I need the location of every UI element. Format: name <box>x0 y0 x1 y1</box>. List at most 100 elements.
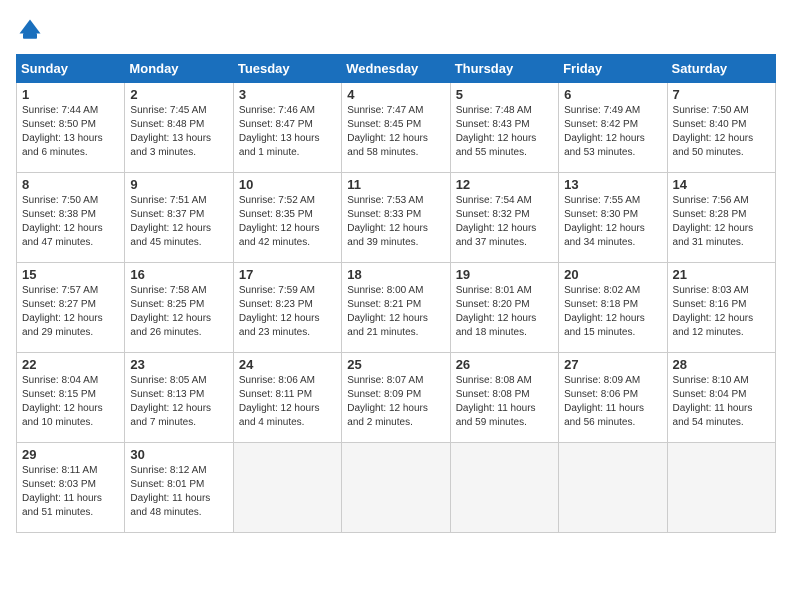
day-info: Sunrise: 8:12 AM Sunset: 8:01 PM Dayligh… <box>130 464 227 520</box>
day-info: Sunrise: 7:45 AM Sunset: 8:48 PM Dayligh… <box>130 104 227 160</box>
week-row-5: 29 Sunrise: 8:11 AM Sunset: 8:03 PM Dayli… <box>17 443 776 533</box>
day-cell: 4 Sunrise: 7:47 AM Sunset: 8:45 PM Daylig… <box>342 83 450 173</box>
day-number: 23 <box>130 357 227 372</box>
day-number: 21 <box>673 267 770 282</box>
day-cell <box>667 443 775 533</box>
day-info: Sunrise: 7:49 AM Sunset: 8:42 PM Dayligh… <box>564 104 661 160</box>
day-number: 22 <box>22 357 119 372</box>
day-number: 7 <box>673 87 770 102</box>
day-info: Sunrise: 7:55 AM Sunset: 8:30 PM Dayligh… <box>564 194 661 250</box>
day-number: 6 <box>564 87 661 102</box>
day-cell: 23 Sunrise: 8:05 AM Sunset: 8:13 PM Dayli… <box>125 353 233 443</box>
day-cell: 22 Sunrise: 8:04 AM Sunset: 8:15 PM Dayli… <box>17 353 125 443</box>
day-number: 1 <box>22 87 119 102</box>
day-cell: 16 Sunrise: 7:58 AM Sunset: 8:25 PM Dayli… <box>125 263 233 353</box>
day-number: 13 <box>564 177 661 192</box>
header-wednesday: Wednesday <box>342 55 450 83</box>
day-number: 5 <box>456 87 553 102</box>
day-info: Sunrise: 7:50 AM Sunset: 8:38 PM Dayligh… <box>22 194 119 250</box>
page-header <box>16 16 776 44</box>
day-cell: 29 Sunrise: 8:11 AM Sunset: 8:03 PM Dayli… <box>17 443 125 533</box>
header-thursday: Thursday <box>450 55 558 83</box>
day-number: 9 <box>130 177 227 192</box>
header-monday: Monday <box>125 55 233 83</box>
day-info: Sunrise: 7:56 AM Sunset: 8:28 PM Dayligh… <box>673 194 770 250</box>
day-cell: 26Sunrise: 8:08 AM Sunset: 8:08 PM Dayli… <box>450 353 558 443</box>
day-number: 16 <box>130 267 227 282</box>
day-cell: 6 Sunrise: 7:49 AM Sunset: 8:42 PM Daylig… <box>559 83 667 173</box>
day-cell: 27Sunrise: 8:09 AM Sunset: 8:06 PM Dayli… <box>559 353 667 443</box>
day-number: 8 <box>22 177 119 192</box>
day-info: Sunrise: 7:48 AM Sunset: 8:43 PM Dayligh… <box>456 104 553 160</box>
day-cell: 25 Sunrise: 8:07 AM Sunset: 8:09 PM Dayli… <box>342 353 450 443</box>
day-info: Sunrise: 8:02 AM Sunset: 8:18 PM Dayligh… <box>564 284 661 340</box>
day-cell: 3Sunrise: 7:46 AM Sunset: 8:47 PM Daylig… <box>233 83 341 173</box>
day-cell: 24Sunrise: 8:06 AM Sunset: 8:11 PM Dayli… <box>233 353 341 443</box>
day-number: 28 <box>673 357 770 372</box>
day-info: Sunrise: 8:10 AM Sunset: 8:04 PM Dayligh… <box>673 374 770 430</box>
day-cell: 30 Sunrise: 8:12 AM Sunset: 8:01 PM Dayli… <box>125 443 233 533</box>
day-number: 15 <box>22 267 119 282</box>
day-info: Sunrise: 7:44 AM Sunset: 8:50 PM Dayligh… <box>22 104 119 160</box>
calendar-header-row: SundayMondayTuesdayWednesdayThursdayFrid… <box>17 55 776 83</box>
day-cell: 9 Sunrise: 7:51 AM Sunset: 8:37 PM Daylig… <box>125 173 233 263</box>
day-info: Sunrise: 7:51 AM Sunset: 8:37 PM Dayligh… <box>130 194 227 250</box>
day-number: 26 <box>456 357 553 372</box>
day-cell: 20 Sunrise: 8:02 AM Sunset: 8:18 PM Dayli… <box>559 263 667 353</box>
day-cell: 10 Sunrise: 7:52 AM Sunset: 8:35 PM Dayli… <box>233 173 341 263</box>
day-info: Sunrise: 7:46 AM Sunset: 8:47 PM Dayligh… <box>239 104 336 160</box>
day-info: Sunrise: 7:58 AM Sunset: 8:25 PM Dayligh… <box>130 284 227 340</box>
day-cell: 19 Sunrise: 8:01 AM Sunset: 8:20 PM Dayli… <box>450 263 558 353</box>
day-info: Sunrise: 8:11 AM Sunset: 8:03 PM Dayligh… <box>22 464 119 520</box>
day-number: 2 <box>130 87 227 102</box>
day-number: 20 <box>564 267 661 282</box>
day-info: Sunrise: 7:47 AM Sunset: 8:45 PM Dayligh… <box>347 104 444 160</box>
day-info: Sunrise: 7:52 AM Sunset: 8:35 PM Dayligh… <box>239 194 336 250</box>
day-number: 17 <box>239 267 336 282</box>
day-number: 27 <box>564 357 661 372</box>
day-cell: 2 Sunrise: 7:45 AM Sunset: 8:48 PM Daylig… <box>125 83 233 173</box>
day-number: 11 <box>347 177 444 192</box>
day-cell: 13 Sunrise: 7:55 AM Sunset: 8:30 PM Dayli… <box>559 173 667 263</box>
header-tuesday: Tuesday <box>233 55 341 83</box>
day-number: 30 <box>130 447 227 462</box>
day-info: Sunrise: 7:54 AM Sunset: 8:32 PM Dayligh… <box>456 194 553 250</box>
day-cell: 15 Sunrise: 7:57 AM Sunset: 8:27 PM Dayli… <box>17 263 125 353</box>
calendar-table: SundayMondayTuesdayWednesdayThursdayFrid… <box>16 54 776 533</box>
day-cell: 21Sunrise: 8:03 AM Sunset: 8:16 PM Dayli… <box>667 263 775 353</box>
day-cell: 7 Sunrise: 7:50 AM Sunset: 8:40 PM Daylig… <box>667 83 775 173</box>
day-cell: 18 Sunrise: 8:00 AM Sunset: 8:21 PM Dayli… <box>342 263 450 353</box>
logo-icon <box>16 16 44 44</box>
day-info: Sunrise: 7:50 AM Sunset: 8:40 PM Dayligh… <box>673 104 770 160</box>
day-number: 14 <box>673 177 770 192</box>
day-info: Sunrise: 8:07 AM Sunset: 8:09 PM Dayligh… <box>347 374 444 430</box>
day-info: Sunrise: 8:01 AM Sunset: 8:20 PM Dayligh… <box>456 284 553 340</box>
day-cell: 11 Sunrise: 7:53 AM Sunset: 8:33 PM Dayli… <box>342 173 450 263</box>
week-row-3: 15 Sunrise: 7:57 AM Sunset: 8:27 PM Dayli… <box>17 263 776 353</box>
day-info: Sunrise: 7:59 AM Sunset: 8:23 PM Dayligh… <box>239 284 336 340</box>
day-cell <box>559 443 667 533</box>
week-row-2: 8 Sunrise: 7:50 AM Sunset: 8:38 PM Daylig… <box>17 173 776 263</box>
day-info: Sunrise: 8:04 AM Sunset: 8:15 PM Dayligh… <box>22 374 119 430</box>
week-row-4: 22 Sunrise: 8:04 AM Sunset: 8:15 PM Dayli… <box>17 353 776 443</box>
day-number: 12 <box>456 177 553 192</box>
day-number: 25 <box>347 357 444 372</box>
day-number: 19 <box>456 267 553 282</box>
day-info: Sunrise: 8:00 AM Sunset: 8:21 PM Dayligh… <box>347 284 444 340</box>
day-number: 4 <box>347 87 444 102</box>
day-info: Sunrise: 7:57 AM Sunset: 8:27 PM Dayligh… <box>22 284 119 340</box>
day-cell <box>342 443 450 533</box>
day-info: Sunrise: 8:05 AM Sunset: 8:13 PM Dayligh… <box>130 374 227 430</box>
day-cell <box>233 443 341 533</box>
day-cell: 1 Sunrise: 7:44 AM Sunset: 8:50 PM Daylig… <box>17 83 125 173</box>
header-sunday: Sunday <box>17 55 125 83</box>
day-cell <box>450 443 558 533</box>
header-friday: Friday <box>559 55 667 83</box>
day-number: 18 <box>347 267 444 282</box>
day-cell: 14 Sunrise: 7:56 AM Sunset: 8:28 PM Dayli… <box>667 173 775 263</box>
week-row-1: 1 Sunrise: 7:44 AM Sunset: 8:50 PM Daylig… <box>17 83 776 173</box>
day-cell: 12 Sunrise: 7:54 AM Sunset: 8:32 PM Dayli… <box>450 173 558 263</box>
day-number: 29 <box>22 447 119 462</box>
day-number: 10 <box>239 177 336 192</box>
day-info: Sunrise: 7:53 AM Sunset: 8:33 PM Dayligh… <box>347 194 444 250</box>
